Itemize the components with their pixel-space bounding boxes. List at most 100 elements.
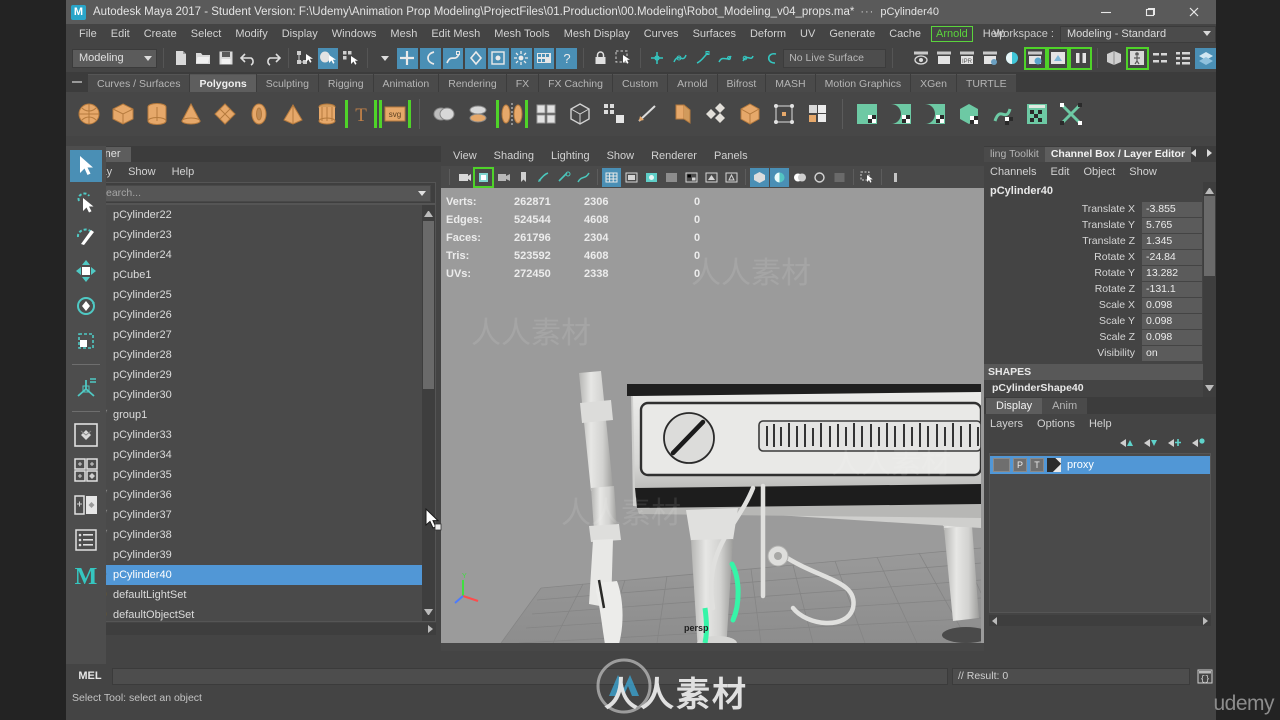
select-hierarchy-icon[interactable]: [295, 48, 316, 69]
scroll-right-arrow-icon[interactable]: [428, 625, 433, 633]
outliner-item-pCylinder26[interactable]: pCylinder26: [72, 305, 435, 325]
poly-cylinder-icon[interactable]: [142, 99, 172, 129]
channel-row-scale-x[interactable]: Scale X 0.098: [984, 297, 1202, 313]
outliner-item-pCylinder33[interactable]: pCylinder33: [72, 425, 435, 445]
menu-deform[interactable]: Deform: [743, 24, 793, 44]
le-menu-options[interactable]: Options: [1037, 418, 1075, 430]
minimize-button[interactable]: [1084, 0, 1128, 24]
select-by-name-icon[interactable]: [613, 48, 634, 69]
shelf-grip-icon[interactable]: [70, 75, 84, 89]
channel-box-body[interactable]: pCylinder40 Translate X -3.855 Translate Y…: [984, 182, 1216, 397]
viewport-extra-icon[interactable]: [886, 168, 905, 187]
outliner-item-defaultObjectSet[interactable]: defaultObjectSet: [72, 605, 435, 621]
menu-curves[interactable]: Curves: [637, 24, 686, 44]
new-scene-icon[interactable]: [170, 48, 191, 69]
menu-edit-mesh[interactable]: Edit Mesh: [424, 24, 487, 44]
image-plane-icon[interactable]: [514, 168, 533, 187]
channel-box-scrollbar[interactable]: [1203, 182, 1216, 397]
viewport-menu-shading[interactable]: Shading: [494, 150, 534, 162]
uv-planar-icon[interactable]: [852, 99, 882, 129]
light-editor-icon[interactable]: [1046, 46, 1070, 70]
xray-joints-icon[interactable]: [770, 167, 789, 187]
shelf-tab-fx[interactable]: FX: [506, 74, 539, 92]
channel-row-ai-shadow-density[interactable]: Ai Shadow Density1: [984, 396, 1202, 397]
mask-surfaces-icon[interactable]: [442, 47, 464, 69]
wedge-icon[interactable]: [735, 99, 765, 129]
uv-snapshot-icon[interactable]: [1056, 99, 1086, 129]
next-tab-arrow-icon[interactable]: [1204, 147, 1214, 159]
snap-view-plane-icon[interactable]: [738, 48, 759, 69]
mirror-geometry-icon[interactable]: [496, 99, 528, 129]
move-layer-down-icon[interactable]: [1143, 437, 1158, 450]
mask-help-icon[interactable]: ?: [556, 47, 578, 69]
reduce-icon[interactable]: [599, 99, 629, 129]
bridge-icon[interactable]: [803, 99, 833, 129]
shelf-tab-bifrost[interactable]: Bifrost: [717, 74, 766, 92]
select-component-icon[interactable]: [340, 48, 361, 69]
motion-blur-icon[interactable]: [722, 168, 741, 187]
outliner-item-pCylinder30[interactable]: pCylinder30: [72, 385, 435, 405]
cb-menu-show[interactable]: Show: [1129, 166, 1157, 178]
3d-viewport[interactable]: Verts: 262871 2306 0 Edges: 524544 4608 0 Faces:…: [441, 188, 984, 643]
camera-attributes-icon[interactable]: [473, 166, 494, 188]
shelf-tab-rendering[interactable]: Rendering: [439, 74, 506, 92]
outliner-item-pCylinder37[interactable]: pCylinder37: [72, 505, 435, 525]
channel-value[interactable]: 13.282: [1142, 265, 1202, 281]
channel-box-icon[interactable]: [1172, 48, 1193, 69]
channel-value[interactable]: 1: [1142, 396, 1202, 397]
outliner-item-pCylinder25[interactable]: pCylinder25: [72, 285, 435, 305]
mask-curves-icon[interactable]: [419, 47, 441, 69]
poly-svg-icon[interactable]: svg: [379, 99, 411, 129]
xray-active-components-icon[interactable]: [790, 168, 809, 187]
render-setup-icon[interactable]: [1023, 46, 1047, 70]
poly-prism-icon[interactable]: [312, 99, 342, 129]
scroll-left-arrow-icon[interactable]: [992, 617, 997, 625]
smooth-preview-icon[interactable]: [565, 99, 595, 129]
viewport-menu-panels[interactable]: Panels: [714, 150, 748, 162]
rotate-tool-icon[interactable]: [70, 290, 102, 322]
render-view-icon[interactable]: [911, 48, 932, 69]
channel-value[interactable]: -24.84: [1142, 249, 1202, 265]
poly-type-icon[interactable]: T: [345, 99, 377, 129]
channel-row-translate-x[interactable]: Translate X -3.855: [984, 201, 1202, 217]
open-rigging-toolkit-icon[interactable]: [1125, 46, 1149, 70]
channel-row-scale-z[interactable]: Scale Z 0.098: [984, 329, 1202, 345]
channel-value[interactable]: on: [1142, 345, 1202, 361]
outliner-item-pCylinder22[interactable]: pCylinder22: [72, 205, 435, 225]
uv-automatic-icon[interactable]: [954, 99, 984, 129]
le-menu-help[interactable]: Help: [1089, 418, 1112, 430]
outliner-item-pCube1[interactable]: pCube1: [72, 265, 435, 285]
paint-select-tool-icon[interactable]: [70, 220, 102, 252]
tab-anim-layers[interactable]: Anim: [1042, 398, 1088, 414]
menu-uv[interactable]: UV: [793, 24, 822, 44]
channel-row-scale-y[interactable]: Scale Y 0.098: [984, 313, 1202, 329]
shelf-tab-mash[interactable]: MASH: [766, 74, 815, 92]
cb-menu-channels[interactable]: Channels: [990, 166, 1036, 178]
attribute-editor-icon[interactable]: [1150, 48, 1171, 69]
shelf-tab-turtle[interactable]: TURTLE: [956, 74, 1016, 92]
menu-set-dropdown[interactable]: Modeling: [72, 48, 158, 68]
channel-row-visibility[interactable]: Visibility on: [984, 345, 1202, 361]
outliner-item-pCylinder23[interactable]: pCylinder23: [72, 225, 435, 245]
channel-value[interactable]: 0.098: [1142, 313, 1202, 329]
cb-menu-object[interactable]: Object: [1083, 166, 1115, 178]
target-weld-icon[interactable]: [769, 99, 799, 129]
smooth-shade-all-icon[interactable]: [622, 168, 641, 187]
uv-spherical-icon[interactable]: [920, 99, 950, 129]
scroll-down-arrow-icon[interactable]: [424, 609, 433, 618]
shelf-tab-curves-surfaces[interactable]: Curves / Surfaces: [88, 74, 190, 92]
use-all-lights-icon[interactable]: [662, 168, 681, 187]
menu-create[interactable]: Create: [137, 24, 184, 44]
grease-pencil-icon[interactable]: [554, 168, 573, 187]
layer-type-toggle[interactable]: T: [1030, 458, 1044, 472]
bookmarks-icon[interactable]: [494, 168, 513, 187]
chevron-down-icon[interactable]: [418, 190, 426, 196]
mask-handles-icon[interactable]: [396, 47, 418, 69]
gamma-icon[interactable]: [830, 168, 849, 187]
hypershade-icon[interactable]: [1002, 48, 1023, 69]
channel-value[interactable]: 0.098: [1142, 297, 1202, 313]
new-layer-from-selection-icon[interactable]: [1191, 437, 1206, 450]
shelf-tab-fx-caching[interactable]: FX Caching: [539, 74, 612, 92]
universal-manipulator-icon[interactable]: [70, 372, 102, 404]
outliner-list[interactable]: pCylinder22 pCylinder23 pCylinder24 pCube1 p…: [71, 204, 436, 622]
